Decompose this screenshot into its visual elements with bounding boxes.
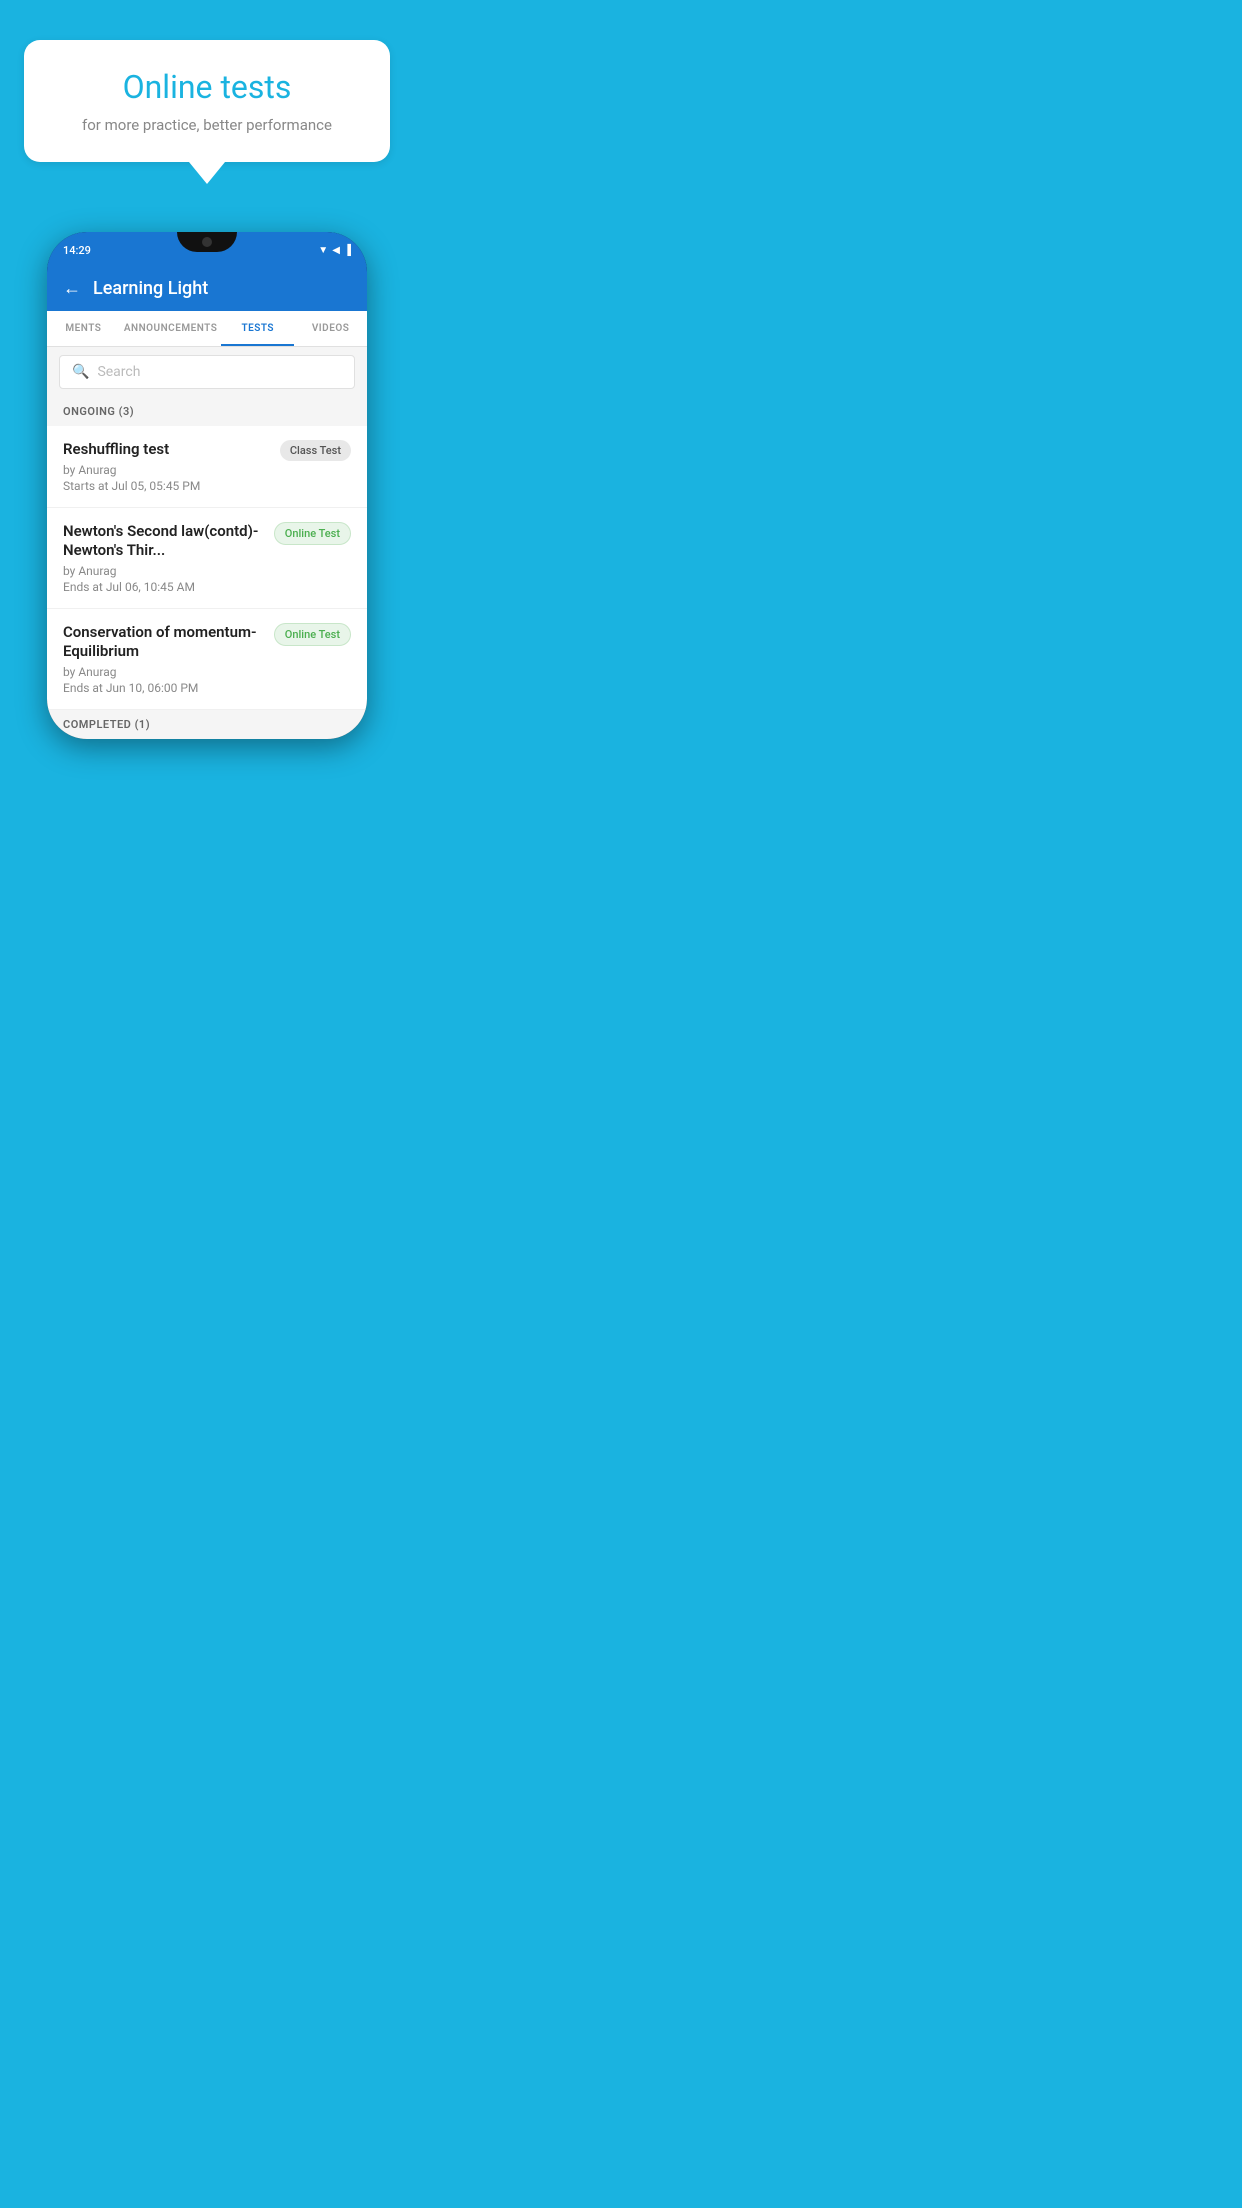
test-name: Newton's Second law(contd)-Newton's Thir…: [63, 522, 264, 561]
app-title: Learning Light: [93, 278, 208, 299]
test-date: Ends at Jun 10, 06:00 PM: [63, 681, 264, 695]
tab-announcements[interactable]: ANNOUNCEMENTS: [120, 311, 222, 346]
bubble-title: Online tests: [56, 68, 358, 106]
signal-icon: ◀: [332, 245, 340, 256]
list-item[interactable]: Reshuffling test by Anurag Starts at Jul…: [47, 426, 367, 508]
ongoing-section-header: ONGOING (3): [47, 397, 367, 426]
wifi-icon: ▼: [318, 245, 328, 256]
phone-device: 14:29 ▼ ◀ ▐ ← Learning Light MENTS ANNOU…: [47, 232, 367, 739]
phone-notch: [177, 232, 237, 252]
tab-videos[interactable]: VIDEOS: [294, 311, 367, 346]
tab-assignments[interactable]: MENTS: [47, 311, 120, 346]
list-item[interactable]: Newton's Second law(contd)-Newton's Thir…: [47, 508, 367, 609]
speech-bubble: Online tests for more practice, better p…: [24, 40, 390, 162]
search-icon: 🔍: [72, 364, 89, 380]
search-bar: 🔍 Search: [47, 347, 367, 397]
camera-icon: [202, 237, 212, 247]
test-name: Reshuffling test: [63, 440, 270, 460]
test-name: Conservation of momentum-Equilibrium: [63, 623, 264, 662]
test-badge-online: Online Test: [274, 623, 351, 646]
test-badge-online: Online Test: [274, 522, 351, 545]
completed-section-header: COMPLETED (1): [47, 710, 367, 739]
test-info: Conservation of momentum-Equilibrium by …: [63, 623, 274, 695]
test-badge-class: Class Test: [280, 440, 351, 461]
test-info: Reshuffling test by Anurag Starts at Jul…: [63, 440, 280, 493]
test-by: by Anurag: [63, 463, 270, 477]
phone-wrapper: 14:29 ▼ ◀ ▐ ← Learning Light MENTS ANNOU…: [0, 192, 414, 739]
test-by: by Anurag: [63, 665, 264, 679]
battery-icon: ▐: [344, 245, 351, 256]
list-item[interactable]: Conservation of momentum-Equilibrium by …: [47, 609, 367, 710]
search-input[interactable]: Search: [97, 364, 140, 380]
status-icons: ▼ ◀ ▐: [318, 245, 351, 256]
status-bar: 14:29 ▼ ◀ ▐: [47, 232, 367, 268]
test-date: Ends at Jul 06, 10:45 AM: [63, 580, 264, 594]
test-info: Newton's Second law(contd)-Newton's Thir…: [63, 522, 274, 594]
bubble-subtitle: for more practice, better performance: [56, 116, 358, 134]
test-list: Reshuffling test by Anurag Starts at Jul…: [47, 426, 367, 710]
back-button[interactable]: ←: [63, 278, 81, 299]
test-date: Starts at Jul 05, 05:45 PM: [63, 479, 270, 493]
search-input-wrapper[interactable]: 🔍 Search: [59, 355, 355, 389]
app-bar: ← Learning Light: [47, 268, 367, 311]
test-by: by Anurag: [63, 564, 264, 578]
status-time: 14:29: [63, 244, 91, 257]
speech-bubble-area: Online tests for more practice, better p…: [0, 0, 414, 192]
tab-tests[interactable]: TESTS: [221, 311, 294, 346]
tabs-bar: MENTS ANNOUNCEMENTS TESTS VIDEOS: [47, 311, 367, 347]
